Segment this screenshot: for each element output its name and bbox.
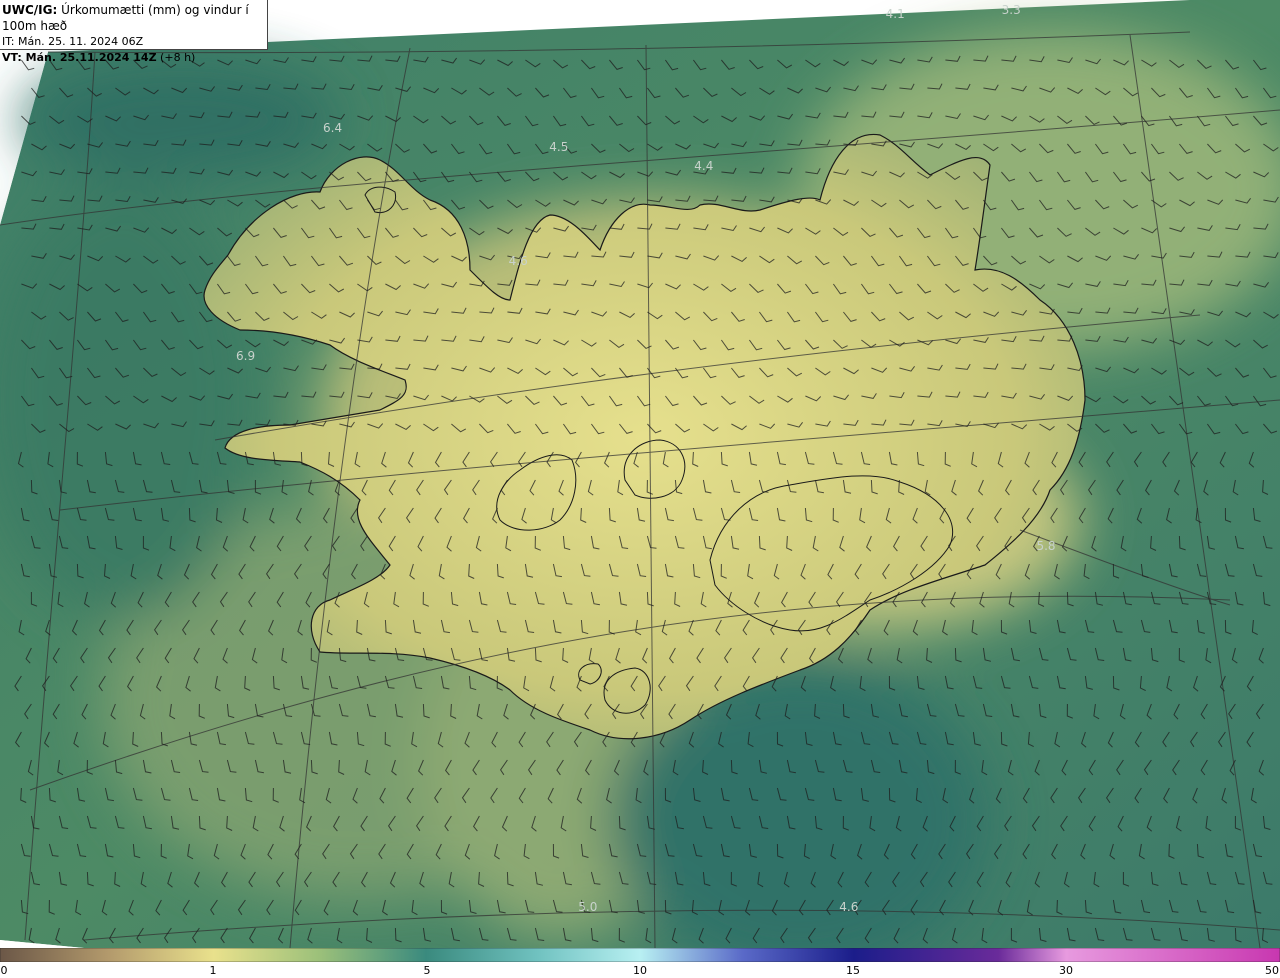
colorbar-tick: 15 (846, 964, 860, 977)
field-value-label: 6.4 (323, 121, 343, 135)
map-panel: UWC/IG: Úrkomumætti (mm) og vindur í 100… (0, 0, 1280, 948)
colorbar-tick-labels: 0 1 5 10 15 30 50 (0, 962, 1280, 978)
field-value-label: 4.1 (885, 7, 905, 21)
field-value-label: 3.3 (1001, 3, 1021, 17)
product-code: UWC/IG: (2, 3, 58, 17)
colorbar-tick: 50 (1265, 964, 1279, 977)
colorbar-gradient (0, 948, 1280, 962)
valid-time-line: VT: Mán. 25.11.2024 14Z (+8 h) (2, 50, 267, 66)
valid-time: VT: Mán. 25.11.2024 14Z (2, 51, 157, 64)
product-line: UWC/IG: Úrkomumætti (mm) og vindur í 100… (2, 2, 267, 34)
weather-map (0, 0, 1280, 948)
info-box: UWC/IG: Úrkomumætti (mm) og vindur í 100… (0, 0, 268, 64)
field-value-label: 6.9 (236, 349, 256, 363)
colorbar-tick: 30 (1059, 964, 1073, 977)
field-value-label: 4.5 (549, 140, 569, 154)
lead-time: (+8 h) (156, 51, 196, 64)
colorbar-tick: 0 (0, 964, 8, 977)
field-value-label: 5.8 (1036, 539, 1056, 553)
field-value-label: 4.6 (839, 900, 859, 914)
colorbar-tick: 10 (633, 964, 647, 977)
field-value-label: 5.0 (578, 900, 598, 914)
colorbar-tick: 1 (209, 964, 217, 977)
colorbar-tick: 5 (423, 964, 431, 977)
colorbar (0, 948, 1280, 962)
field-value-label: 4.6 (508, 254, 528, 268)
init-time: IT: Mán. 25. 11. 2024 06Z (2, 35, 144, 48)
field-value-label: 4.4 (694, 159, 714, 173)
